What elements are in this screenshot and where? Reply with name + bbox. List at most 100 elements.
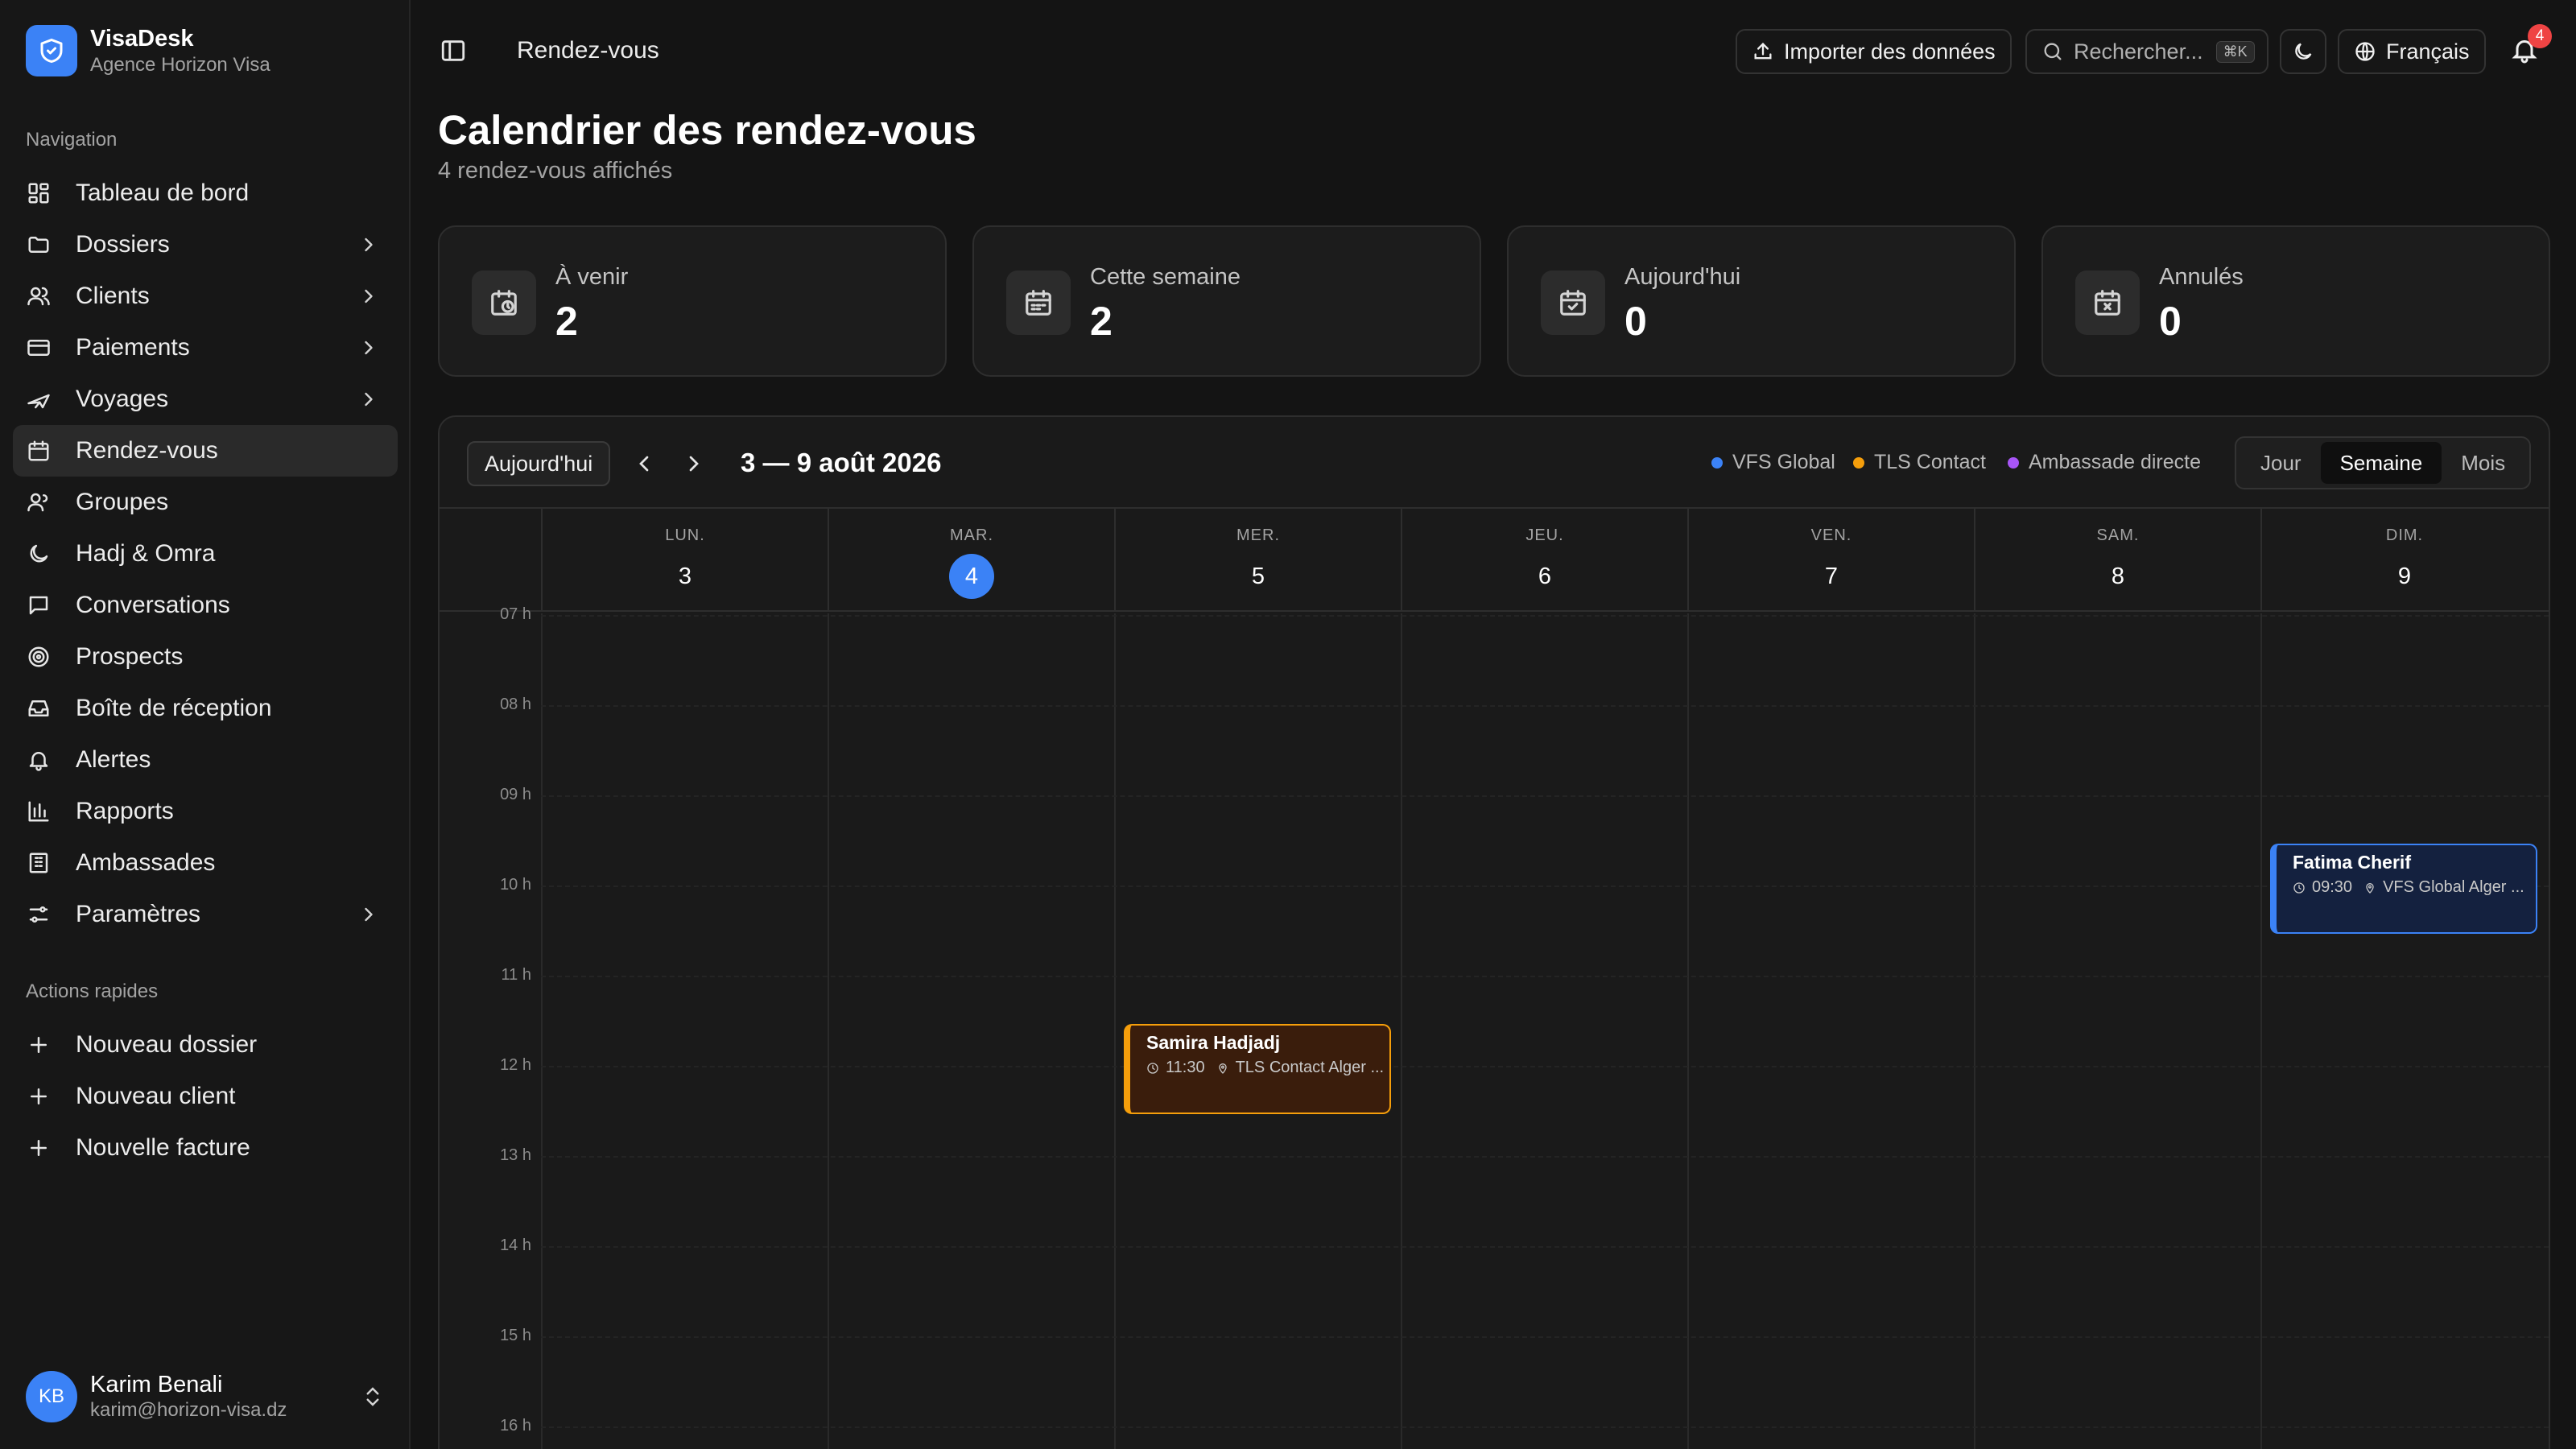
sidebar-item-voyages[interactable]: Voyages bbox=[13, 374, 398, 425]
day-name: VEN. bbox=[1810, 526, 1852, 544]
search-input[interactable]: Rechercher... ⌘K bbox=[2025, 29, 2268, 74]
event-location: VFS Global Alger ... bbox=[2383, 878, 2524, 896]
sidebar-item-paiements[interactable]: Paiements bbox=[13, 322, 398, 374]
brand-name: VisaDesk bbox=[90, 26, 194, 52]
day-headers: LUN. 3 MAR. 4 MER. 5 JEU. 6 VEN. 7 SAM. 8 DIM. 9 bbox=[440, 509, 2549, 612]
notification-count-badge: 4 bbox=[2528, 24, 2552, 48]
legend-item: Ambassade directe bbox=[2008, 451, 2201, 474]
sidebar-item-conversations[interactable]: Conversations bbox=[13, 580, 398, 631]
day-column-divider bbox=[1114, 613, 1116, 1449]
hour-label: 08 h bbox=[500, 696, 531, 713]
appointment-event[interactable]: Fatima Cherif 09:30 VFS Global Alger ... bbox=[2270, 844, 2537, 934]
search-placeholder: Rechercher... bbox=[2074, 39, 2203, 64]
date-range: 3 — 9 août 2026 bbox=[741, 448, 942, 477]
sidebar-item-rendez-vous[interactable]: Rendez-vous bbox=[13, 425, 398, 477]
sidebar: VisaDesk Agence Horizon Visa Navigation … bbox=[0, 0, 411, 1449]
calendar-check-icon bbox=[1541, 270, 1605, 335]
plus-icon bbox=[26, 1032, 52, 1058]
hour-label: 14 h bbox=[500, 1236, 531, 1254]
inbox-icon bbox=[26, 696, 52, 721]
chevrons-up-down-icon[interactable] bbox=[361, 1385, 385, 1409]
hour-label: 10 h bbox=[500, 876, 531, 894]
quick-action-1[interactable]: Nouveau client bbox=[13, 1071, 398, 1122]
sidebar-item-ambassades[interactable]: Ambassades bbox=[13, 837, 398, 889]
day-number: 4 bbox=[949, 554, 994, 599]
today-button[interactable]: Aujourd'hui bbox=[467, 441, 611, 486]
language-button[interactable]: Français bbox=[2338, 29, 2486, 74]
calendar-x-icon bbox=[2075, 270, 2140, 335]
day-number: 9 bbox=[2397, 563, 2412, 589]
legend-label: Ambassade directe bbox=[2029, 451, 2202, 473]
chevron-left-icon[interactable] bbox=[631, 451, 657, 477]
sidebar-toggle-icon[interactable] bbox=[440, 37, 467, 64]
quick-actions: Nouveau dossier Nouveau client Nouvelle fa… bbox=[13, 1019, 398, 1174]
day-header[interactable]: JEU. 6 bbox=[1401, 509, 1687, 612]
quick-action-2[interactable]: Nouvelle facture bbox=[13, 1122, 398, 1174]
day-header[interactable]: LUN. 3 bbox=[541, 509, 828, 612]
hour-label: 13 h bbox=[500, 1146, 531, 1164]
clock-icon bbox=[1146, 1062, 1166, 1075]
quick-action-label: Nouveau client bbox=[76, 1083, 236, 1109]
target-icon bbox=[26, 644, 52, 670]
hour-label: 09 h bbox=[500, 786, 531, 803]
view-semaine-button[interactable]: Semaine bbox=[2320, 442, 2442, 484]
calendar-clock-icon bbox=[472, 270, 536, 335]
legend-dot bbox=[1853, 456, 1864, 469]
sidebar-item-alertes[interactable]: Alertes bbox=[13, 734, 398, 786]
view-jour-button[interactable]: Jour bbox=[2241, 442, 2321, 484]
bar-chart-icon bbox=[26, 799, 52, 824]
sidebar-item-label: Clients bbox=[76, 283, 150, 309]
moon-icon bbox=[2292, 40, 2314, 63]
day-header[interactable]: MAR. 4 bbox=[828, 509, 1114, 612]
day-number: 7 bbox=[1824, 563, 1839, 589]
sidebar-item-parametres[interactable]: Paramètres bbox=[13, 889, 398, 940]
event-time: 11:30 bbox=[1166, 1059, 1205, 1076]
day-header[interactable]: VEN. 7 bbox=[1687, 509, 1974, 612]
day-column-divider bbox=[541, 613, 543, 1449]
globe-icon bbox=[2354, 40, 2376, 63]
chevron-right-icon[interactable] bbox=[681, 451, 707, 477]
sidebar-item-label: Rapports bbox=[76, 798, 174, 824]
hour-line bbox=[541, 976, 2549, 977]
import-button[interactable]: Importer des données bbox=[1736, 29, 2012, 74]
hour-label: 11 h bbox=[501, 966, 531, 984]
appointment-event[interactable]: Samira Hadjadj 11:30 TLS Contact Alger ... bbox=[1124, 1024, 1391, 1114]
breadcrumb: Rendez-vous bbox=[517, 37, 659, 64]
sidebar-item-dossiers[interactable]: Dossiers bbox=[13, 219, 398, 270]
quick-action-label: Nouvelle facture bbox=[76, 1134, 250, 1161]
sidebar-item-groupes[interactable]: Groupes bbox=[13, 477, 398, 528]
calendar-week-icon bbox=[1006, 270, 1071, 335]
day-header[interactable]: MER. 5 bbox=[1114, 509, 1401, 612]
sidebar-item-label: Dossiers bbox=[76, 231, 170, 258]
chat-icon bbox=[26, 592, 52, 618]
brand[interactable]: VisaDesk Agence Horizon Visa bbox=[26, 24, 270, 77]
building-icon bbox=[26, 850, 52, 876]
nav-section-label: Navigation bbox=[26, 129, 118, 151]
stat-value: 2 bbox=[1090, 299, 1113, 344]
theme-toggle-button[interactable] bbox=[2280, 29, 2326, 74]
hour-line bbox=[541, 705, 2549, 707]
event-time: 09:30 bbox=[2312, 878, 2353, 896]
avatar: KB bbox=[26, 1371, 77, 1422]
sidebar-item-clients[interactable]: Clients bbox=[13, 270, 398, 322]
sidebar-item-tableau-de-bord[interactable]: Tableau de bord bbox=[13, 167, 398, 219]
day-header[interactable]: SAM. 8 bbox=[1974, 509, 2260, 612]
stat-value: 2 bbox=[555, 299, 578, 344]
sidebar-item-label: Groupes bbox=[76, 489, 169, 515]
view-mois-button[interactable]: Mois bbox=[2442, 442, 2524, 484]
sidebar-item-boite-de-reception[interactable]: Boîte de réception bbox=[13, 683, 398, 734]
plus-icon bbox=[26, 1135, 52, 1161]
day-name: DIM. bbox=[2385, 526, 2424, 544]
user-menu[interactable]: KB Karim Benali karim@horizon-visa.dz bbox=[26, 1368, 385, 1425]
day-header[interactable]: DIM. 9 bbox=[2260, 509, 2547, 612]
quick-action-0[interactable]: Nouveau dossier bbox=[13, 1019, 398, 1071]
stat-card: Aujourd'hui 0 bbox=[1507, 225, 2016, 377]
dashboard-icon bbox=[26, 180, 52, 206]
day-column-divider bbox=[1687, 613, 1689, 1449]
legend-dot bbox=[2008, 456, 2019, 469]
settings-icon bbox=[26, 902, 52, 927]
legend-item: VFS Global bbox=[1711, 451, 1835, 474]
sidebar-item-hadj-omra[interactable]: Hadj & Omra bbox=[13, 528, 398, 580]
sidebar-item-prospects[interactable]: Prospects bbox=[13, 631, 398, 683]
sidebar-item-rapports[interactable]: Rapports bbox=[13, 786, 398, 837]
